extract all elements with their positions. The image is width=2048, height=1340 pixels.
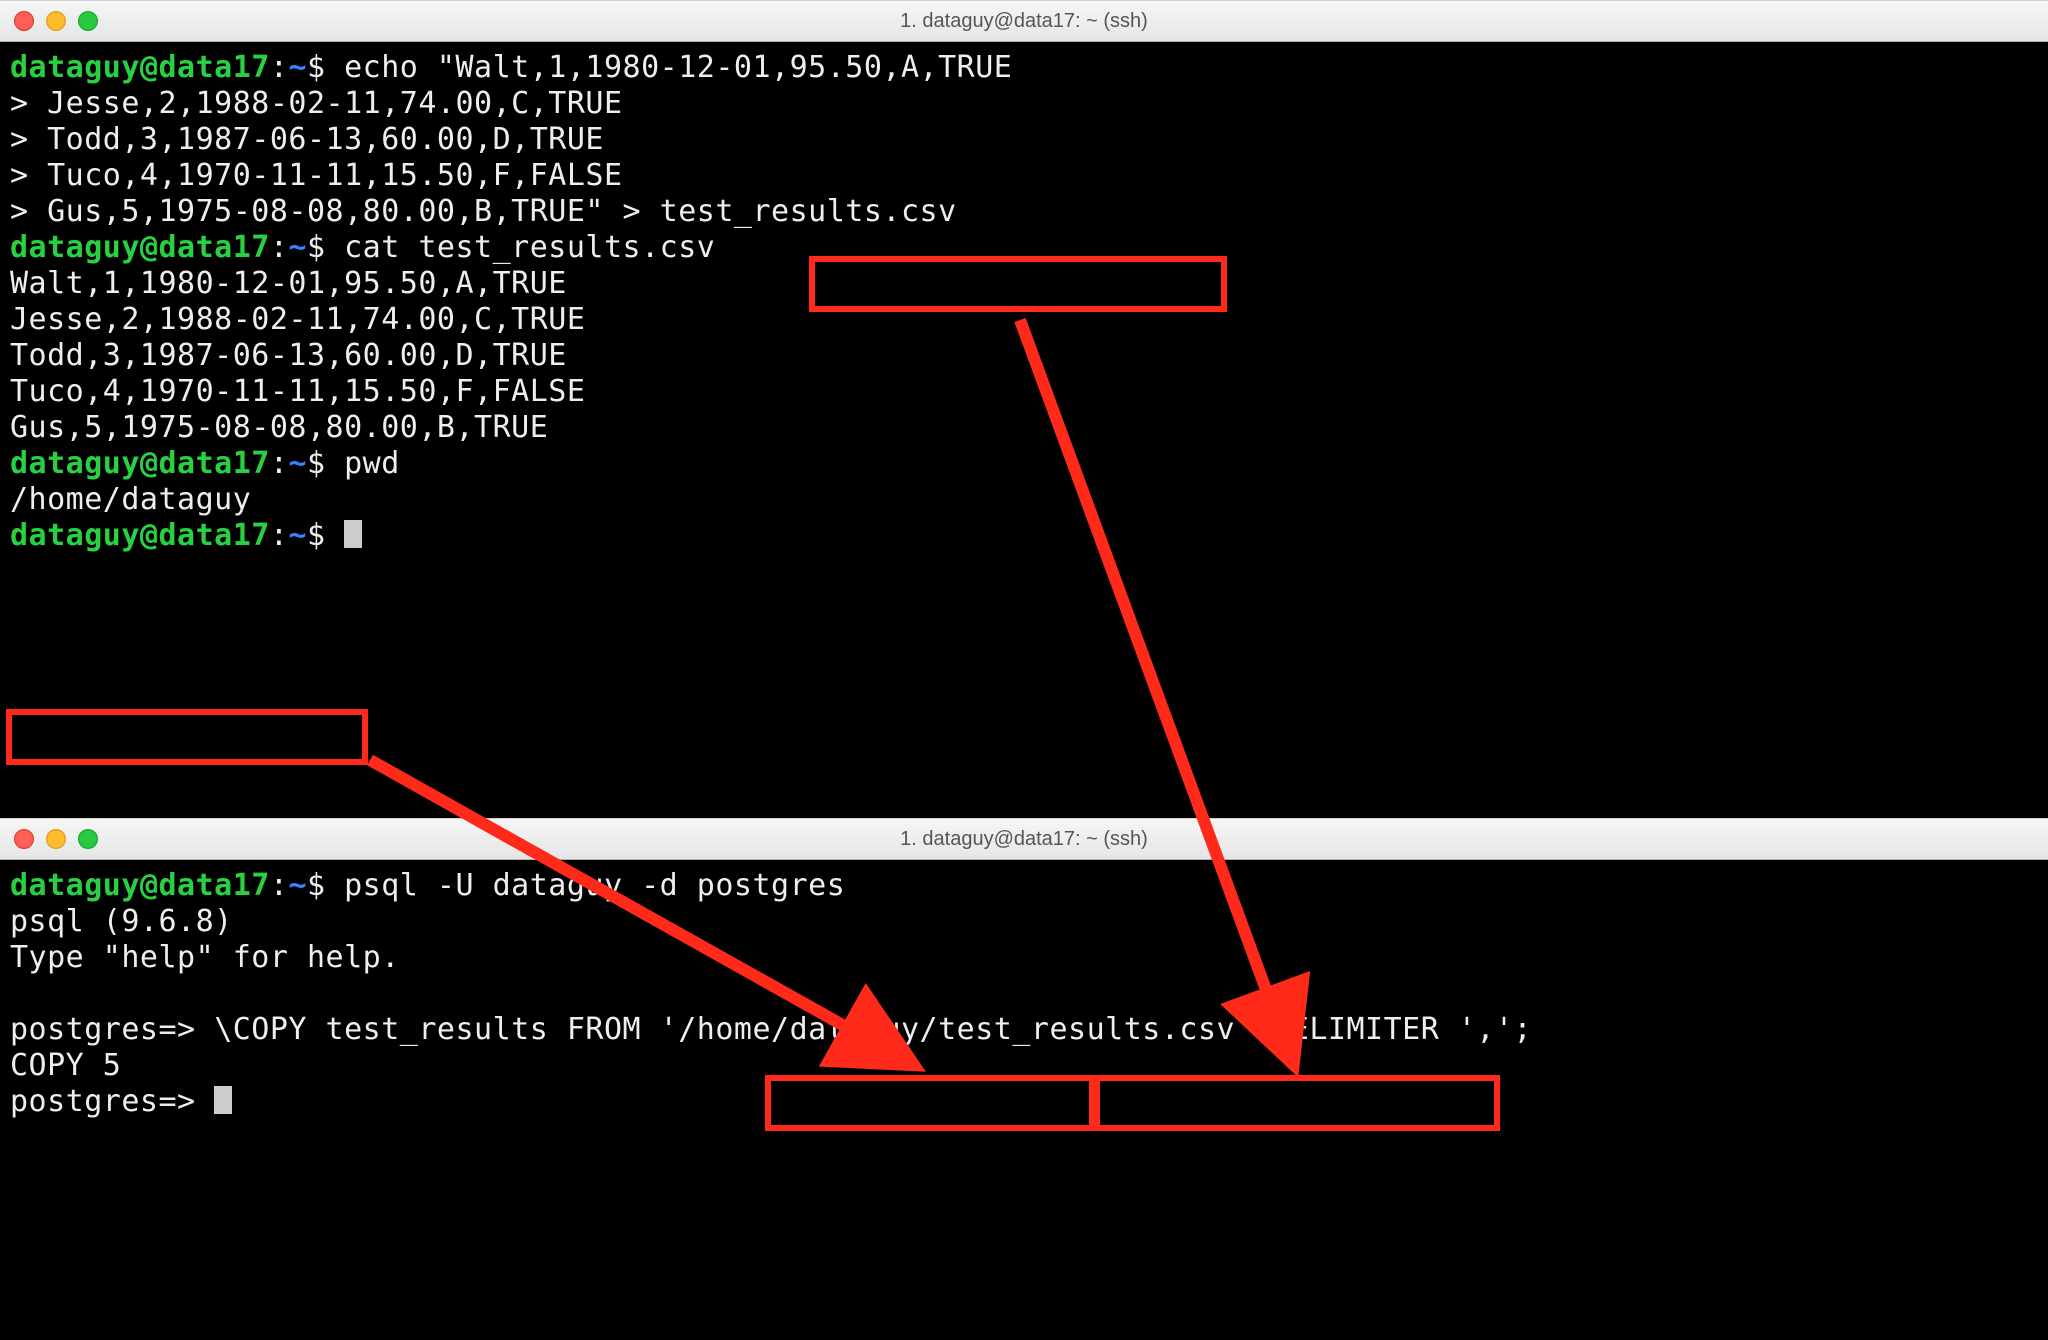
traffic-lights [14,829,98,849]
prompt-char: $ [307,50,326,85]
minimize-icon[interactable] [46,11,66,31]
prompt-user: dataguy@data17 [10,230,270,265]
cat-out-2: Jesse,2,1988-02-11,74.00,C,TRUE [10,302,585,337]
window-title-1: 1. dataguy@data17: ~ (ssh) [0,10,2048,33]
zoom-icon[interactable] [78,11,98,31]
cursor-icon [344,520,362,548]
psql-version: psql (9.6.8) [10,904,233,939]
terminal-body-2[interactable]: dataguy@data17:~$ psql -U dataguy -d pos… [0,860,2048,1340]
echo-line-4: Tuco,4,1970-11-11,15.50,F,FALSE [47,158,622,193]
cont-prefix: > [10,122,47,157]
terminal-body-1[interactable]: dataguy@data17:~$ echo "Walt,1,1980-12-0… [0,42,2048,832]
echo-line-2: Jesse,2,1988-02-11,74.00,C,TRUE [47,86,622,121]
cat-out-1: Walt,1,1980-12-01,95.50,A,TRUE [10,266,567,301]
copy-result: COPY 5 [10,1048,121,1083]
echo-command: echo "Walt,1,1980-12-01,95.50,A,TRUE [344,50,1012,85]
close-icon[interactable] [14,829,34,849]
close-icon[interactable] [14,11,34,31]
cont-prefix: > [10,86,47,121]
blank-line [10,976,29,1011]
window-title-2: 1. dataguy@data17: ~ (ssh) [0,828,2048,851]
terminal-window-2: 1. dataguy@data17: ~ (ssh) dataguy@data1… [0,818,2048,1340]
cat-out-3: Todd,3,1987-06-13,60.00,D,TRUE [10,338,567,373]
cat-out-4: Tuco,4,1970-11-11,15.50,F,FALSE [10,374,585,409]
cat-out-5: Gus,5,1975-08-08,80.00,B,TRUE [10,410,548,445]
cursor-icon [214,1086,232,1114]
prompt-user: dataguy@data17 [10,446,270,481]
prompt-user: dataguy@data17 [10,518,270,553]
psql-help: Type "help" for help. [10,940,400,975]
titlebar-2[interactable]: 1. dataguy@data17: ~ (ssh) [0,818,2048,860]
zoom-icon[interactable] [78,829,98,849]
copy-path-dir: '/home/dataguy/ [660,1012,938,1047]
copy-path-file: test_results.csv' [938,1012,1254,1047]
pg-prompt: postgres=> [10,1084,214,1119]
copy-cmd-post: DELIMITER ','; [1254,1012,1532,1047]
echo-line-5a: Gus,5,1975-08-08,80.00,B,TRUE" > [47,194,660,229]
titlebar-1[interactable]: 1. dataguy@data17: ~ (ssh) [0,0,2048,42]
pwd-command: pwd [344,446,400,481]
prompt-dir: ~ [288,50,307,85]
pwd-output: /home/dataguy [10,482,251,517]
cont-prefix: > [10,158,47,193]
pg-prompt: postgres=> [10,1012,214,1047]
echo-redirect-file: test_results.csv [660,194,957,229]
prompt-sep: : [270,50,289,85]
prompt-user: dataguy@data17 [10,50,270,85]
traffic-lights [14,11,98,31]
psql-command: psql -U dataguy -d postgres [344,868,845,903]
copy-cmd-pre: \COPY test_results FROM [214,1012,659,1047]
minimize-icon[interactable] [46,829,66,849]
terminal-window-1: 1. dataguy@data17: ~ (ssh) dataguy@data1… [0,0,2048,832]
cont-prefix: > [10,194,47,229]
prompt-user: dataguy@data17 [10,868,270,903]
echo-line-3: Todd,3,1987-06-13,60.00,D,TRUE [47,122,604,157]
cat-command: cat test_results.csv [344,230,715,265]
